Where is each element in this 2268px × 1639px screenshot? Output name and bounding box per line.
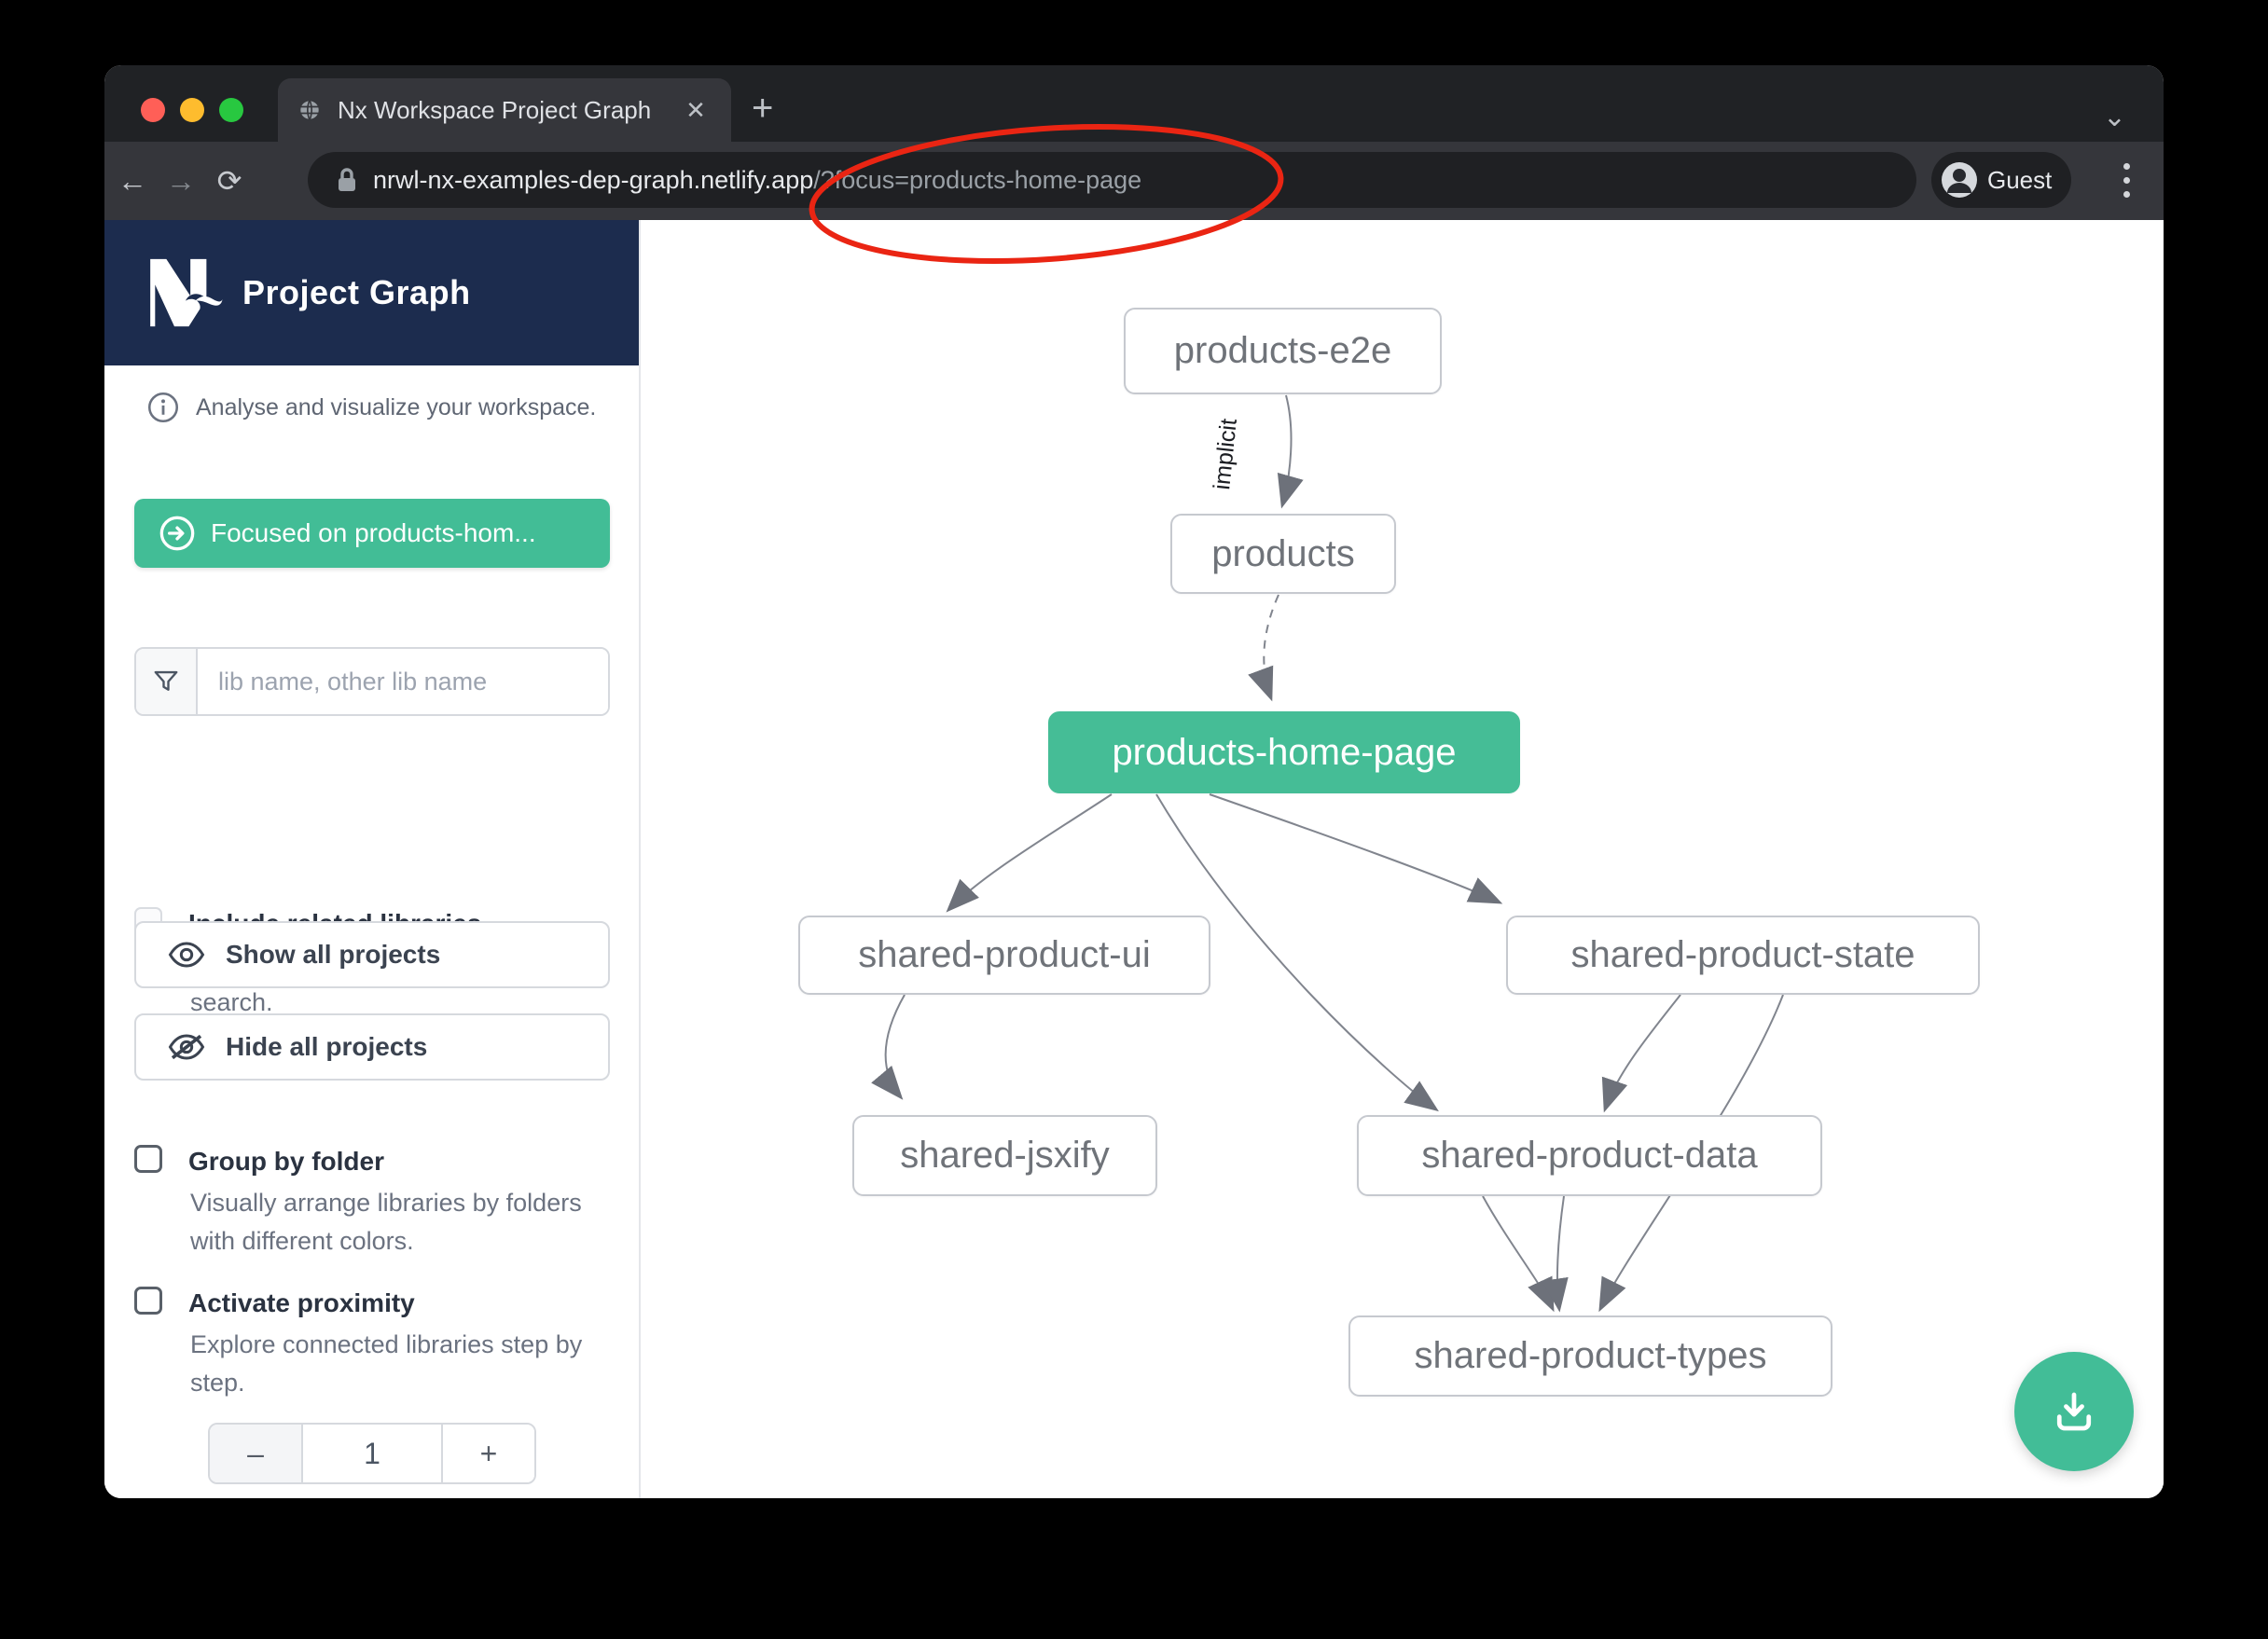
hide-all-projects-button[interactable]: Hide all projects bbox=[134, 1013, 610, 1081]
sidebar: Project Graph Analyse and visualize your… bbox=[104, 220, 641, 1498]
arrow-circle-icon bbox=[159, 515, 196, 552]
group-by-folder-checkbox[interactable] bbox=[134, 1145, 162, 1173]
download-icon bbox=[2049, 1386, 2099, 1437]
profile-label: Guest bbox=[1987, 166, 2052, 195]
screenshot-root: Nx Workspace Project Graph ✕ + ⌄ ← → ⟳ n… bbox=[0, 0, 2268, 1639]
focused-button-label: Focused on products-hom... bbox=[211, 518, 536, 548]
filter-icon-box bbox=[136, 649, 198, 714]
back-button[interactable]: ← bbox=[112, 160, 153, 201]
group-by-folder-row: Group by folder bbox=[134, 1143, 384, 1175]
graph-node-products[interactable]: products bbox=[1170, 514, 1396, 594]
graph-node-shared-product-state[interactable]: shared-product-state bbox=[1506, 916, 1980, 995]
filter-group bbox=[134, 647, 610, 716]
tab-title: Nx Workspace Project Graph bbox=[338, 96, 679, 125]
graph-node-shared-product-data[interactable]: shared-product-data bbox=[1357, 1115, 1822, 1196]
activate-proximity-checkbox[interactable] bbox=[134, 1287, 162, 1315]
hide-all-projects-label: Hide all projects bbox=[226, 1032, 427, 1062]
tab-close-icon[interactable]: ✕ bbox=[679, 96, 712, 125]
profile-button[interactable]: Guest bbox=[1931, 152, 2071, 208]
focused-button[interactable]: Focused on products-hom... bbox=[134, 499, 610, 568]
browser-window: Nx Workspace Project Graph ✕ + ⌄ ← → ⟳ n… bbox=[104, 65, 2164, 1498]
sidebar-header: Project Graph bbox=[104, 220, 639, 365]
url-origin: nrwl-nx-examples-dep-graph.netlify.app bbox=[373, 166, 813, 194]
url-path: /?focus=products-home-page bbox=[813, 166, 1141, 194]
url-text: nrwl-nx-examples-dep-graph.netlify.app/?… bbox=[373, 166, 1141, 195]
graph-edge-products-products-home-page bbox=[1264, 595, 1279, 698]
funnel-icon bbox=[152, 668, 180, 696]
show-all-projects-button[interactable]: Show all projects bbox=[134, 921, 610, 988]
minimize-window-button[interactable] bbox=[180, 98, 204, 122]
info-icon bbox=[147, 392, 179, 423]
graph-node-products-e2e[interactable]: products-e2e bbox=[1124, 308, 1442, 394]
graph-edge-shared-product-data-shared-product-types bbox=[1483, 1196, 1553, 1309]
graph-edge-shared-product-data-shared-product-types bbox=[1557, 1196, 1564, 1309]
eye-off-icon bbox=[168, 1033, 205, 1061]
browser-toolbar: ← → ⟳ nrwl-nx-examples-dep-graph.netlify… bbox=[104, 142, 2164, 220]
graph-edge-shared-product-ui-shared-jsxify bbox=[886, 995, 905, 1097]
activate-proximity-desc: Explore connected libraries step by step… bbox=[190, 1326, 619, 1401]
edge-label-implicit: implicit bbox=[1209, 418, 1242, 491]
graph-edge-shared-product-state-shared-product-data bbox=[1605, 995, 1680, 1109]
download-image-button[interactable] bbox=[2014, 1352, 2134, 1471]
address-bar[interactable]: nrwl-nx-examples-dep-graph.netlify.app/?… bbox=[308, 152, 1916, 208]
stepper-increment-button[interactable]: + bbox=[441, 1425, 534, 1482]
nx-logo bbox=[145, 255, 226, 330]
forward-button[interactable]: → bbox=[160, 160, 201, 201]
globe-icon bbox=[297, 97, 323, 123]
tagline-text: Analyse and visualize your workspace. bbox=[196, 394, 596, 421]
new-tab-button[interactable]: + bbox=[752, 90, 773, 127]
group-by-folder-label[interactable]: Group by folder bbox=[188, 1149, 384, 1175]
stepper-decrement-button[interactable]: – bbox=[210, 1425, 303, 1482]
graph-canvas[interactable]: implicit products-e2e products products-ho… bbox=[643, 220, 2164, 1498]
stepper-value[interactable]: 1 bbox=[303, 1425, 441, 1482]
maximize-window-button[interactable] bbox=[219, 98, 243, 122]
activate-proximity-row: Activate proximity bbox=[134, 1285, 415, 1316]
graph-edge-products-home-page-shared-product-state bbox=[1210, 794, 1500, 902]
app-title: Project Graph bbox=[242, 273, 471, 312]
graph-edge-products-home-page-shared-product-ui bbox=[948, 794, 1112, 910]
filter-input[interactable] bbox=[198, 649, 608, 714]
graph-node-shared-product-types[interactable]: shared-product-types bbox=[1348, 1315, 1832, 1397]
graph-edge-products-e2e-products bbox=[1282, 395, 1292, 505]
tagline-row: Analyse and visualize your workspace. bbox=[147, 392, 596, 423]
tab-nx-workspace-project-graph[interactable]: Nx Workspace Project Graph ✕ bbox=[278, 78, 731, 142]
avatar-icon bbox=[1941, 161, 1978, 199]
proximity-stepper: – 1 + bbox=[208, 1423, 536, 1484]
graph-edges: implicit bbox=[643, 220, 2164, 1498]
close-window-button[interactable] bbox=[141, 98, 165, 122]
reload-button[interactable]: ⟳ bbox=[209, 160, 250, 201]
page-content: Project Graph Analyse and visualize your… bbox=[104, 220, 2164, 1498]
group-by-folder-desc: Visually arrange libraries by folders wi… bbox=[190, 1184, 619, 1260]
tab-strip: Nx Workspace Project Graph ✕ + ⌄ bbox=[104, 65, 2164, 142]
show-all-projects-label: Show all projects bbox=[226, 940, 440, 970]
lock-icon bbox=[336, 167, 358, 193]
chevron-down-icon[interactable]: ⌄ bbox=[2103, 101, 2126, 133]
activate-proximity-label[interactable]: Activate proximity bbox=[188, 1290, 415, 1316]
graph-node-products-home-page[interactable]: products-home-page bbox=[1048, 711, 1520, 793]
browser-menu-button[interactable] bbox=[2108, 153, 2145, 207]
eye-icon bbox=[168, 941, 205, 969]
graph-node-shared-product-ui[interactable]: shared-product-ui bbox=[798, 916, 1210, 995]
graph-node-shared-jsxify[interactable]: shared-jsxify bbox=[852, 1115, 1157, 1196]
